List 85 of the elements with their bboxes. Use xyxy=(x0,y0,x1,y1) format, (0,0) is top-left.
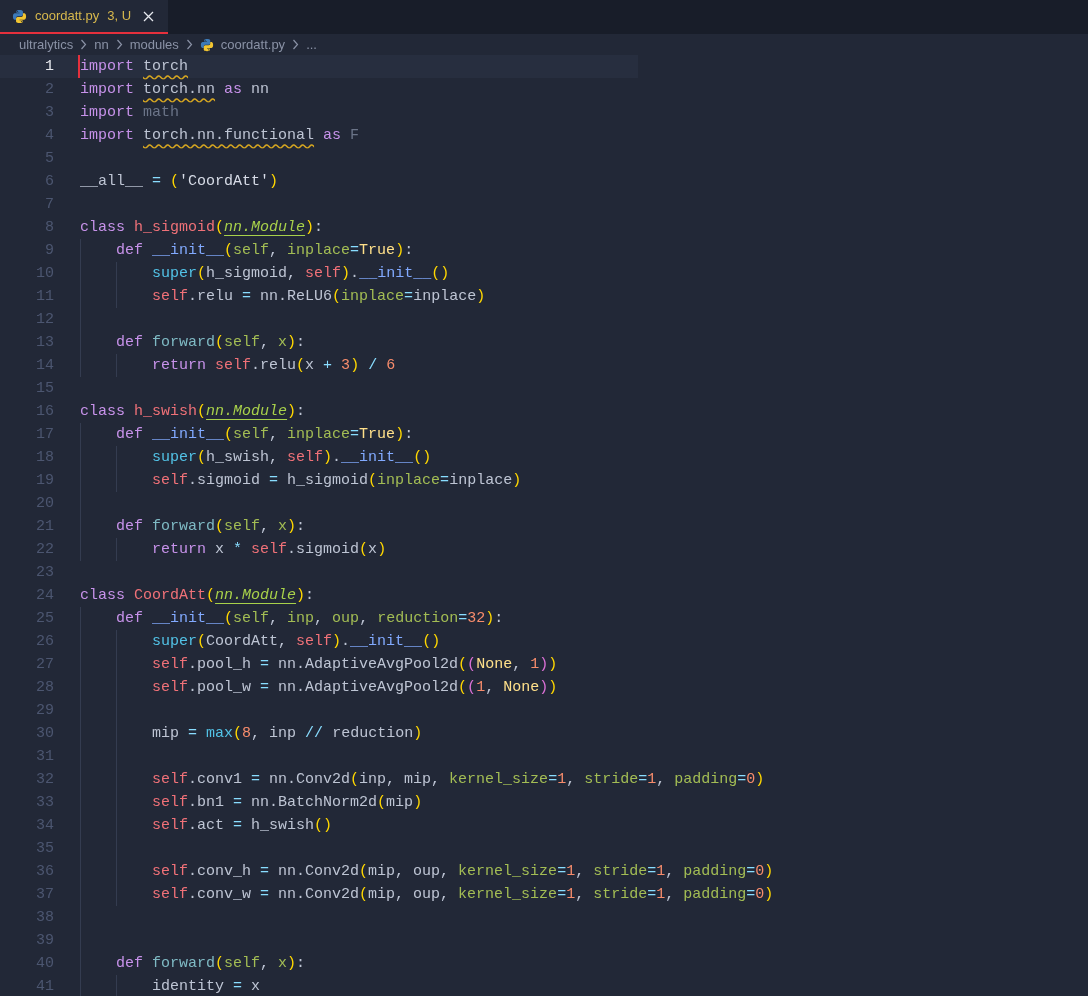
code-line: class h_sigmoid(nn.Module): xyxy=(79,218,324,238)
code-line: import torch.nn as nn xyxy=(79,80,270,100)
line-number: 15 xyxy=(35,379,55,399)
line-number: 37 xyxy=(35,885,55,905)
code-line: def __init__(self, inplace=True): xyxy=(78,423,414,446)
line-number: 4 xyxy=(44,126,55,146)
code-line: self.pool_h = nn.AdaptiveAvgPool2d((None, 1)) xyxy=(78,653,558,676)
code-line: def __init__(self, inplace=True): xyxy=(78,239,414,262)
line-number: 35 xyxy=(35,839,55,859)
problem-count: 3, U xyxy=(107,7,132,26)
line-number: 22 xyxy=(35,540,55,560)
line-number: 26 xyxy=(35,632,55,652)
code-line: self.pool_w = nn.AdaptiveAvgPool2d((1, None)) xyxy=(78,676,558,699)
code-line: class h_swish(nn.Module): xyxy=(79,402,306,422)
snake-logo-icon xyxy=(199,37,214,52)
code-line: __all__ = ('CoordAtt') xyxy=(79,172,279,192)
line-number: 1 xyxy=(0,55,80,78)
line-number: 32 xyxy=(35,770,55,790)
code-line: self.sigmoid = h_sigmoid(inplace=inplace) xyxy=(78,469,522,492)
code-line: def forward(self, x): xyxy=(78,331,306,354)
code-line: class CoordAtt(nn.Module): xyxy=(79,586,315,606)
snake-logo-icon xyxy=(12,8,27,24)
line-number: 33 xyxy=(35,793,55,813)
code-line: super(CoordAtt, self).__init__() xyxy=(78,630,441,653)
line-number: 39 xyxy=(35,931,55,951)
line-number: 21 xyxy=(35,517,55,537)
line-number: 18 xyxy=(35,448,55,468)
line-number: 19 xyxy=(35,471,55,491)
line-number: 31 xyxy=(35,747,55,767)
code-line: def __init__(self, inp, oup, reduction=32): xyxy=(78,607,504,630)
editor-tab[interactable]: coordatt.py 3, U xyxy=(0,0,169,34)
line-number: 12 xyxy=(35,310,55,330)
breadcrumb-more[interactable]: ... xyxy=(306,34,317,55)
code-line: return x * self.sigmoid(x) xyxy=(78,538,387,561)
line-number: 7 xyxy=(44,195,55,215)
code-line: import torch.nn.functional as F xyxy=(79,126,360,146)
line-number: 2 xyxy=(44,80,55,100)
line-number: 27 xyxy=(35,655,55,675)
breadcrumb-item[interactable]: nn xyxy=(94,34,109,55)
breadcrumb-item[interactable]: coordatt.py xyxy=(220,34,286,55)
code-line: self.act = h_swish() xyxy=(78,814,333,837)
chevron-right-icon xyxy=(292,39,300,50)
code-line: self.bn1 = nn.BatchNorm2d(mip) xyxy=(78,791,423,814)
line-number: 38 xyxy=(35,908,55,928)
code-line: def forward(self, x): xyxy=(78,952,306,975)
line-number: 6 xyxy=(44,172,55,192)
line-number: 28 xyxy=(35,678,55,698)
line-number: 10 xyxy=(35,264,55,284)
code-line: super(h_sigmoid, self).__init__() xyxy=(78,262,450,285)
tab-filename: coordatt.py xyxy=(35,7,100,26)
line-number: 13 xyxy=(35,333,55,353)
line-number: 25 xyxy=(35,609,55,629)
code-line: self.conv1 = nn.Conv2d(inp, mip, kernel_size=1, stride=1, padding=0) xyxy=(78,768,765,791)
line-number: 14 xyxy=(35,356,55,376)
code-line: def forward(self, x): xyxy=(78,515,306,538)
line-number: 5 xyxy=(44,149,55,169)
line-number: 11 xyxy=(35,287,55,307)
line-number: 30 xyxy=(35,724,55,744)
close-icon[interactable] xyxy=(143,10,155,22)
code-line: super(h_swish, self).__init__() xyxy=(78,446,432,469)
breadcrumb-item[interactable]: modules xyxy=(129,34,179,55)
line-number: 41 xyxy=(35,977,55,996)
line-number: 24 xyxy=(35,586,55,606)
chevron-right-icon xyxy=(80,39,88,50)
line-number: 20 xyxy=(35,494,55,514)
line-number: 36 xyxy=(35,862,55,882)
line-number: 40 xyxy=(35,954,55,974)
code-line: self.conv_w = nn.Conv2d(mip, oup, kernel_size=1, stride=1, padding=0) xyxy=(78,883,774,906)
code-line: identity = x xyxy=(78,975,261,996)
chevron-right-icon xyxy=(185,39,193,50)
chevron-right-icon xyxy=(115,39,123,50)
code-line: mip = max(8, inp // reduction) xyxy=(78,722,423,745)
code-line: self.conv_h = nn.Conv2d(mip, oup, kernel_size=1, stride=1, padding=0) xyxy=(78,860,774,883)
line-number: 29 xyxy=(35,701,55,721)
line-number: 23 xyxy=(35,563,55,583)
line-number: 34 xyxy=(35,816,55,836)
line-number: 9 xyxy=(44,241,55,261)
line-number: 16 xyxy=(35,402,55,422)
line-number: 8 xyxy=(44,218,55,238)
code-line: import math xyxy=(79,103,180,123)
line-number: 17 xyxy=(35,425,55,445)
code-line: self.relu = nn.ReLU6(inplace=inplace) xyxy=(78,285,486,308)
line-number: 3 xyxy=(44,103,55,123)
breadcrumb-item[interactable]: ultralytics xyxy=(19,34,74,55)
code-line: return self.relu(x + 3) / 6 xyxy=(78,354,396,377)
